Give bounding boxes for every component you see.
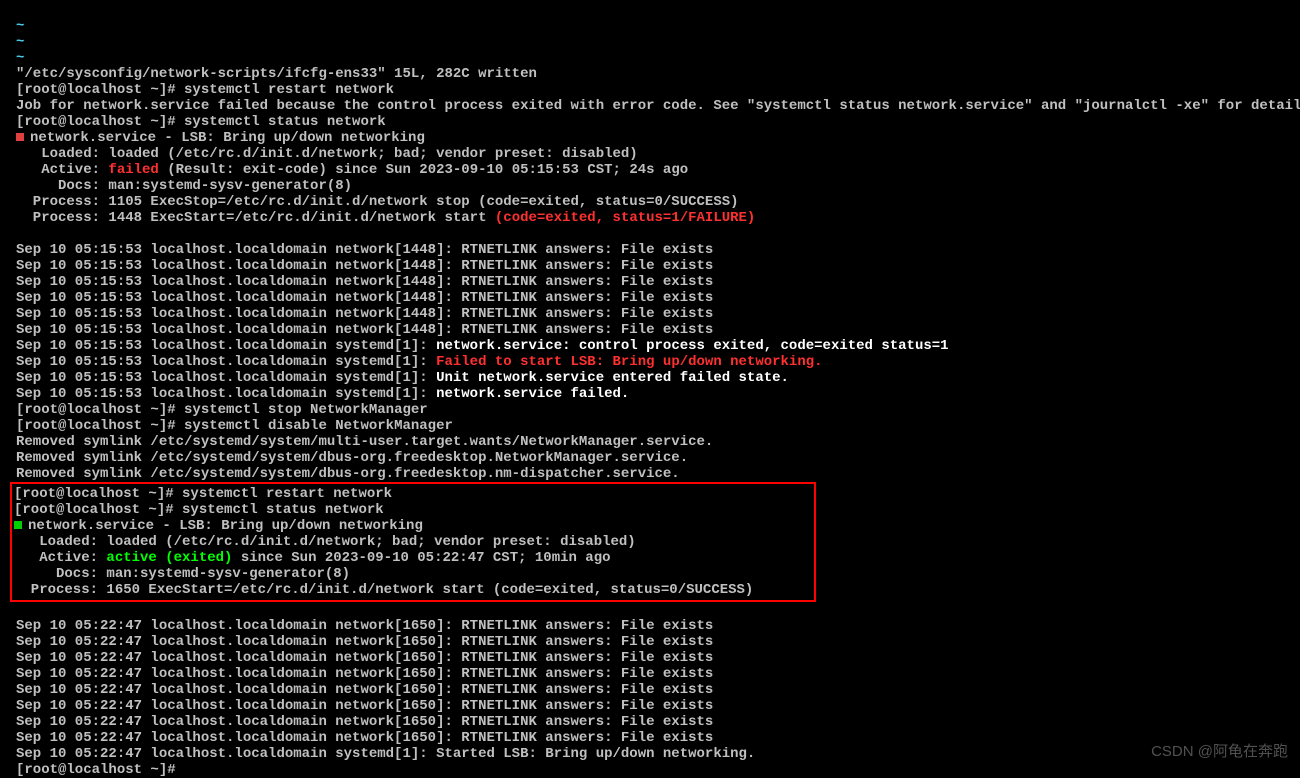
vim-tilde: ~	[16, 50, 24, 66]
file-written-msg: "/etc/sysconfig/network-scripts/ifcfg-en…	[16, 66, 537, 82]
log-line: Sep 10 05:15:53 localhost.localdomain ne…	[16, 274, 713, 290]
command-status: systemctl status network	[182, 502, 384, 518]
command-status: systemctl status network	[184, 114, 386, 130]
vim-tilde: ~	[16, 34, 24, 50]
prompt: [root@localhost ~]#	[16, 82, 184, 98]
systemd-log: Sep 10 05:15:53 localhost.localdomain sy…	[16, 354, 823, 370]
systemd-log: Sep 10 05:15:53 localhost.localdomain sy…	[16, 338, 949, 354]
log-line: Sep 10 05:22:47 localhost.localdomain ne…	[16, 666, 713, 682]
command-restart: systemctl restart network	[184, 82, 394, 98]
vim-tilde: ~	[16, 18, 24, 34]
process-stop-line: Process: 1105 ExecStop=/etc/rc.d/init.d/…	[16, 194, 739, 210]
highlighted-region: [root@localhost ~]# systemctl restart ne…	[10, 482, 816, 602]
terminal-output[interactable]: ~ ~ ~ "/etc/sysconfig/network-scripts/if…	[0, 0, 1300, 778]
log-line: Sep 10 05:15:53 localhost.localdomain ne…	[16, 322, 713, 338]
service-header: network.service - LSB: Bring up/down net…	[28, 518, 423, 534]
removed-symlink: Removed symlink /etc/systemd/system/dbus…	[16, 466, 680, 482]
prompt: [root@localhost ~]#	[16, 402, 184, 418]
removed-symlink: Removed symlink /etc/systemd/system/mult…	[16, 434, 713, 450]
log-line: Sep 10 05:15:53 localhost.localdomain ne…	[16, 258, 713, 274]
process-start-line: Process: 1448 ExecStart=/etc/rc.d/init.d…	[16, 210, 755, 226]
log-line: Sep 10 05:22:47 localhost.localdomain ne…	[16, 730, 713, 746]
prompt: [root@localhost ~]#	[14, 502, 182, 518]
active-line-failed: Active: failed (Result: exit-code) since…	[16, 162, 688, 178]
log-line: Sep 10 05:22:47 localhost.localdomain ne…	[16, 698, 713, 714]
log-line: Sep 10 05:22:47 localhost.localdomain ne…	[16, 714, 713, 730]
loaded-line: Loaded: loaded (/etc/rc.d/init.d/network…	[16, 146, 638, 162]
command-disable-nm: systemctl disable NetworkManager	[184, 418, 453, 434]
status-bullet-active-icon	[14, 521, 22, 529]
service-header: network.service - LSB: Bring up/down net…	[30, 130, 425, 146]
loaded-line: Loaded: loaded (/etc/rc.d/init.d/network…	[14, 534, 636, 550]
removed-symlink: Removed symlink /etc/systemd/system/dbus…	[16, 450, 688, 466]
log-line: Sep 10 05:15:53 localhost.localdomain ne…	[16, 290, 713, 306]
docs-line: Docs: man:systemd-sysv-generator(8)	[14, 566, 350, 582]
job-failed-msg: Job for network.service failed because t…	[16, 98, 1300, 114]
log-line: Sep 10 05:15:53 localhost.localdomain ne…	[16, 242, 713, 258]
prompt[interactable]: [root@localhost ~]#	[16, 762, 184, 778]
docs-line: Docs: man:systemd-sysv-generator(8)	[16, 178, 352, 194]
status-bullet-failed-icon	[16, 133, 24, 141]
log-line: Sep 10 05:22:47 localhost.localdomain ne…	[16, 634, 713, 650]
systemd-log: Sep 10 05:15:53 localhost.localdomain sy…	[16, 386, 629, 402]
prompt: [root@localhost ~]#	[16, 114, 184, 130]
process-start-ok-line: Process: 1650 ExecStart=/etc/rc.d/init.d…	[14, 582, 753, 598]
command-restart: systemctl restart network	[182, 486, 392, 502]
prompt: [root@localhost ~]#	[14, 486, 182, 502]
log-line: Sep 10 05:22:47 localhost.localdomain ne…	[16, 618, 713, 634]
started-line: Sep 10 05:22:47 localhost.localdomain sy…	[16, 746, 755, 762]
command-stop-nm: systemctl stop NetworkManager	[184, 402, 428, 418]
active-line-ok: Active: active (exited) since Sun 2023-0…	[14, 550, 611, 566]
log-line: Sep 10 05:22:47 localhost.localdomain ne…	[16, 682, 713, 698]
log-line: Sep 10 05:22:47 localhost.localdomain ne…	[16, 650, 713, 666]
systemd-log: Sep 10 05:15:53 localhost.localdomain sy…	[16, 370, 789, 386]
prompt: [root@localhost ~]#	[16, 418, 184, 434]
log-line: Sep 10 05:15:53 localhost.localdomain ne…	[16, 306, 713, 322]
watermark-text: CSDN @阿龟在奔跑	[1151, 744, 1288, 760]
